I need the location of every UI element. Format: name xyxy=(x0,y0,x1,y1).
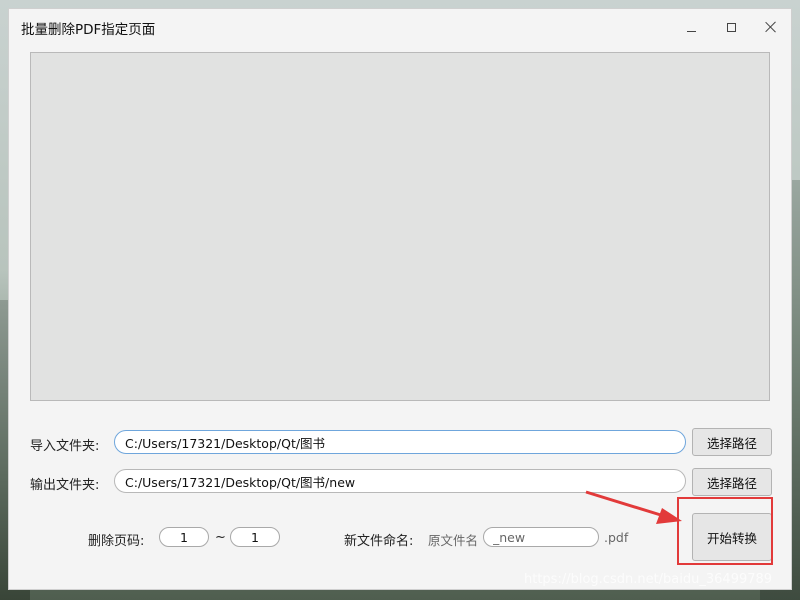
delete-page-to-input[interactable] xyxy=(230,527,280,547)
new-filename-label: 新文件命名: xyxy=(344,534,414,549)
filename-suffix-input[interactable] xyxy=(483,527,599,547)
watermark-text: https://blog.csdn.net/baidu_36499789 xyxy=(524,572,773,587)
import-select-path-button[interactable]: 选择路径 xyxy=(692,428,772,456)
delete-pages-label: 删除页码: xyxy=(88,534,145,549)
close-button[interactable] xyxy=(757,15,785,39)
import-folder-input[interactable] xyxy=(114,430,686,454)
original-filename-text: 原文件名 xyxy=(428,533,479,548)
maximize-button[interactable] xyxy=(717,15,745,39)
maximize-icon xyxy=(726,22,736,32)
page-range-separator: ~ xyxy=(215,530,226,545)
start-button-highlight-box xyxy=(677,497,773,565)
minimize-icon xyxy=(686,30,696,32)
pdf-preview-area xyxy=(30,52,770,401)
import-folder-label: 导入文件夹: xyxy=(30,439,100,454)
minimize-button[interactable] xyxy=(677,15,705,39)
window-title: 批量删除PDF指定页面 xyxy=(21,22,156,38)
export-folder-label: 输出文件夹: xyxy=(30,478,100,493)
title-bar[interactable]: 批量删除PDF指定页面 xyxy=(9,9,791,45)
delete-page-from-input[interactable] xyxy=(159,527,209,547)
export-folder-input[interactable] xyxy=(114,469,686,493)
export-select-path-button[interactable]: 选择路径 xyxy=(692,468,772,496)
close-icon xyxy=(765,21,777,33)
app-window: 批量删除PDF指定页面 导入文件夹: 选择路径 输出文件夹: 选择路径 删除页码… xyxy=(8,8,792,590)
pdf-extension-text: .pdf xyxy=(604,530,629,545)
